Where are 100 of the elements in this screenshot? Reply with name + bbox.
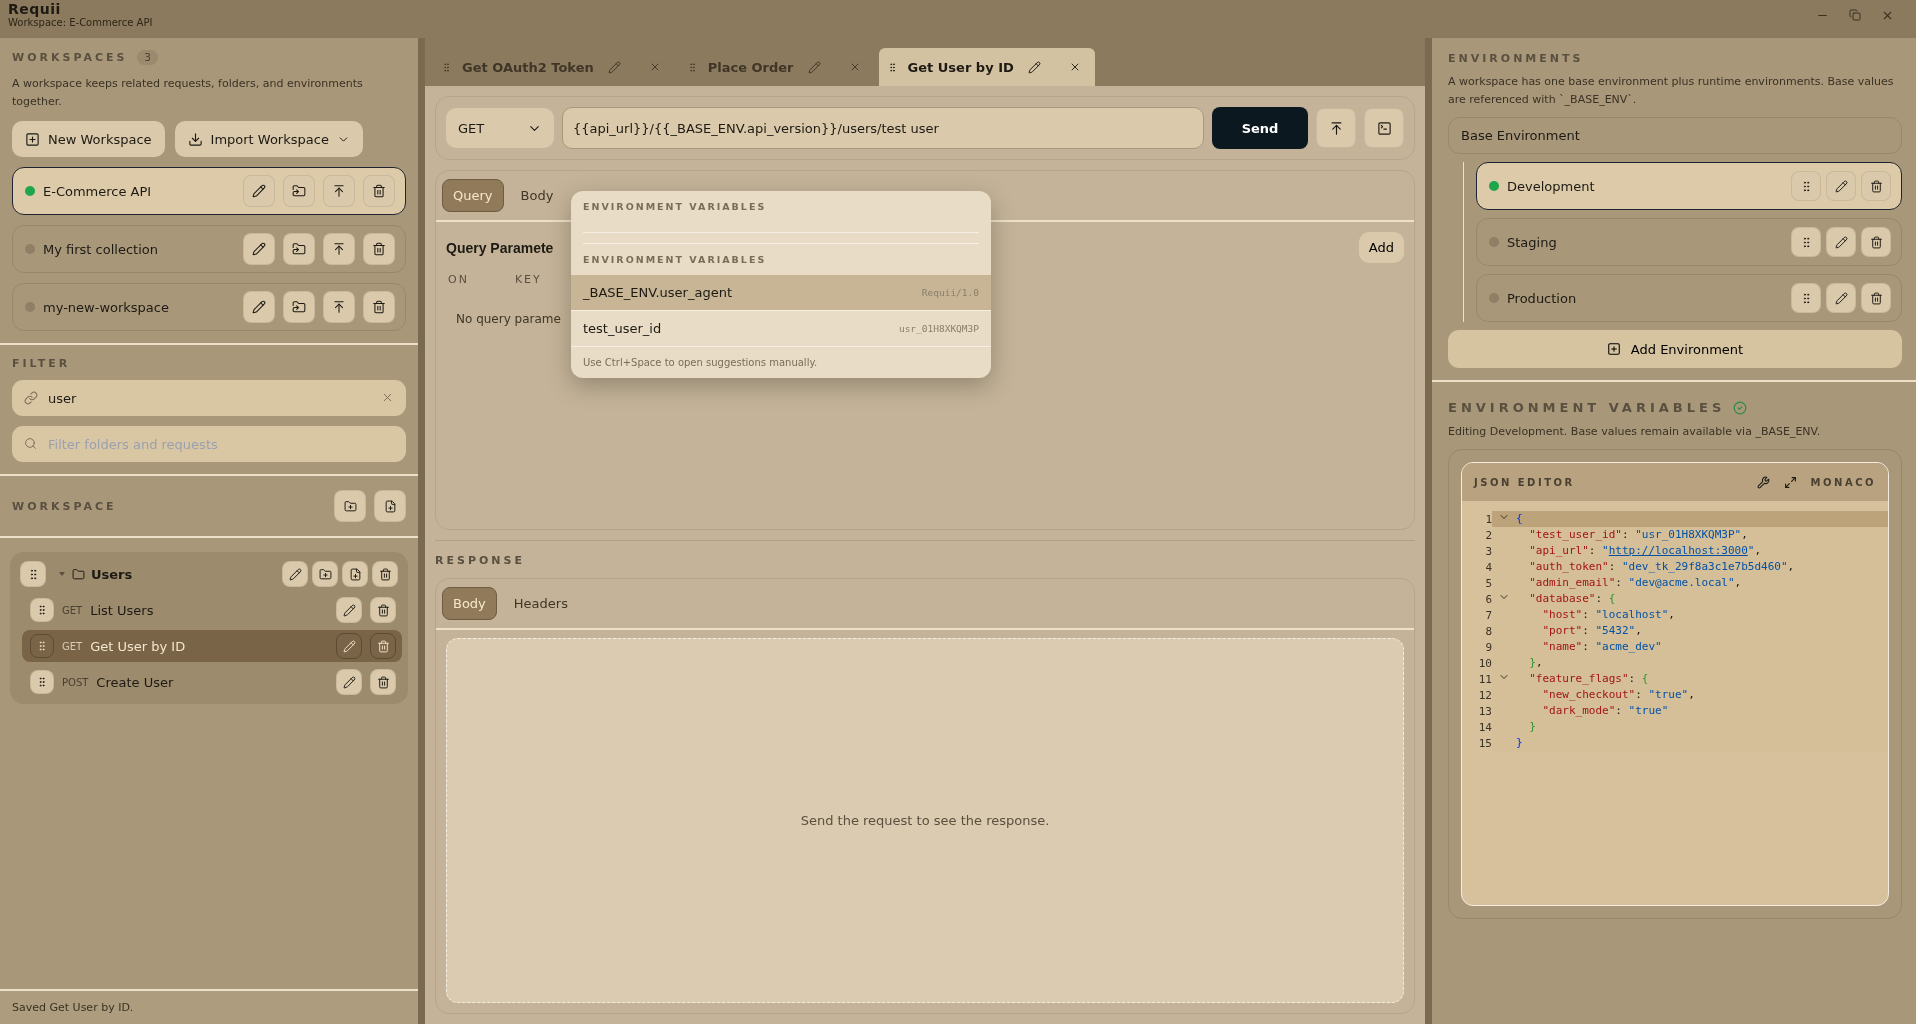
expand-icon[interactable]	[1783, 475, 1797, 489]
request-section-tab[interactable]: Query	[442, 179, 504, 212]
code-text: "admin_email": "dev@acme.local",	[1528, 575, 1742, 591]
pencil-icon	[342, 603, 356, 617]
workspace-item[interactable]: My first collection	[12, 225, 406, 273]
move-button[interactable]	[283, 291, 315, 323]
edit-button[interactable]	[336, 633, 362, 659]
clear-icon	[381, 391, 394, 404]
line-number: 8	[1484, 624, 1492, 638]
section-heading: WORKSPACE	[12, 499, 117, 513]
trash-icon	[372, 242, 386, 256]
export-button[interactable]	[323, 233, 355, 265]
menu-heading: ENVIRONMENT VARIABLES	[582, 200, 768, 214]
line-number: 5	[1484, 576, 1492, 590]
response-tab[interactable]: Body	[442, 587, 497, 620]
variable-name: test_user_id	[583, 321, 662, 336]
trash-icon	[376, 675, 390, 689]
editor-mode: MONACO	[1810, 476, 1876, 488]
grip-icon	[441, 61, 452, 73]
pencil-icon	[1834, 235, 1848, 249]
workspace-item[interactable]: E-Commerce API	[12, 167, 406, 215]
grip-icon	[36, 640, 48, 652]
editor-title: JSON EDITOR	[1474, 476, 1576, 488]
plus-square-icon	[25, 131, 40, 147]
base-environment[interactable]: Base Environment	[1448, 117, 1902, 154]
method-select[interactable]: GET	[446, 108, 554, 148]
upload-icon	[332, 300, 346, 314]
move-button[interactable]	[283, 233, 315, 265]
folder-arrow-icon	[292, 184, 306, 198]
app-title: Requii	[8, 1, 62, 17]
grip-icon	[36, 604, 48, 616]
variable-value: usr_01H8XKQM3P	[898, 323, 979, 334]
code-button[interactable]	[1364, 108, 1404, 148]
folder-plus-icon	[318, 567, 332, 581]
trash-icon	[1869, 179, 1883, 193]
add-environment-button[interactable]: Add Environment	[1448, 330, 1902, 368]
request-item[interactable]: GET Get User by ID	[22, 630, 402, 662]
code-text: "host": "localhost",	[1541, 607, 1675, 623]
pencil-icon	[1834, 179, 1848, 193]
code-text: "dark_mode": "true"	[1541, 703, 1669, 719]
line-number: 1	[1484, 512, 1492, 526]
add-button[interactable]: Add	[1358, 232, 1404, 263]
pencil-icon	[1834, 291, 1848, 305]
code-text: "database": {	[1528, 591, 1616, 607]
environment-name: Production	[1507, 290, 1578, 306]
trash-icon	[376, 639, 390, 653]
status-dot	[25, 186, 35, 196]
drag-handle[interactable]	[30, 634, 54, 658]
pencil-icon	[607, 60, 621, 74]
code-text: "feature_flags": {	[1528, 671, 1649, 687]
params-heading: Query Paramete	[446, 239, 554, 256]
search-field[interactable]: Filter folders and requests	[12, 426, 406, 462]
line-number: 12	[1477, 688, 1492, 702]
tab-label: Get OAuth2 Token	[462, 59, 594, 75]
section-heading: ENVIRONMENTS	[1448, 52, 1585, 65]
section-heading: FILTER	[12, 357, 72, 370]
pencil-icon	[342, 639, 356, 653]
export-button[interactable]	[323, 175, 355, 207]
method-label: GET	[62, 604, 83, 616]
new-folder-button[interactable]	[312, 561, 338, 587]
line-number: 6	[1484, 592, 1492, 606]
move-button[interactable]	[283, 175, 315, 207]
delete-button[interactable]	[370, 633, 396, 659]
url-field[interactable]: {{api_url}}/{{_BASE_ENV.api_version}}/users/test user	[562, 107, 1204, 149]
import-workspace-button[interactable]: Import Workspace	[174, 121, 363, 157]
wrench-icon[interactable]	[1756, 475, 1770, 489]
section-heading: WORKSPACES	[12, 51, 128, 64]
export-button[interactable]	[1316, 108, 1356, 148]
code-text: "api_url": "http://localhost:3000",	[1528, 543, 1762, 559]
pencil-icon	[252, 184, 266, 198]
suggestion-item[interactable]: _BASE_ENV.user_agent Requii/1.0	[571, 275, 991, 311]
filter-field[interactable]: user	[12, 380, 406, 416]
send-button[interactable]: Send	[1212, 107, 1308, 149]
suggestion-item[interactable]: test_user_id usr_01H8XKQM3P	[571, 311, 991, 347]
code-text: }	[1528, 719, 1536, 735]
response-tab[interactable]: Headers	[502, 587, 579, 620]
new-request-button[interactable]	[374, 490, 406, 522]
request-tab[interactable]: Get User by ID	[878, 48, 1095, 86]
column-header: KEY	[514, 273, 542, 286]
trash-icon	[1869, 291, 1883, 305]
download-icon	[187, 131, 203, 147]
workspace-name: My first collection	[43, 241, 159, 257]
method-label: POST	[62, 676, 89, 688]
variables-description: Editing Development. Base values remain available via _BASE_ENV.	[1448, 424, 1822, 440]
pencil-icon	[807, 60, 821, 74]
new-folder-button[interactable]	[334, 490, 366, 522]
pencil-icon	[1027, 60, 1041, 74]
close-icon[interactable]	[1881, 9, 1894, 22]
workspace-subtitle: Workspace: E-Commerce API	[8, 17, 153, 28]
workspace-item[interactable]: my-new-workspace	[12, 283, 406, 331]
code-text: "test_user_id": "usr_01H8XKQM3P",	[1528, 527, 1748, 543]
code-text: },	[1528, 655, 1543, 671]
new-request-button[interactable]	[342, 561, 368, 587]
export-button[interactable]	[323, 291, 355, 323]
line-number: 7	[1484, 608, 1492, 622]
new-workspace-button[interactable]: New Workspace	[12, 121, 165, 157]
menu-hint: Use Ctrl+Space to open suggestions manually.	[582, 356, 819, 370]
request-section-tab[interactable]: Body	[509, 179, 565, 212]
link-icon	[24, 391, 38, 405]
folder-name[interactable]: Users	[91, 566, 276, 582]
